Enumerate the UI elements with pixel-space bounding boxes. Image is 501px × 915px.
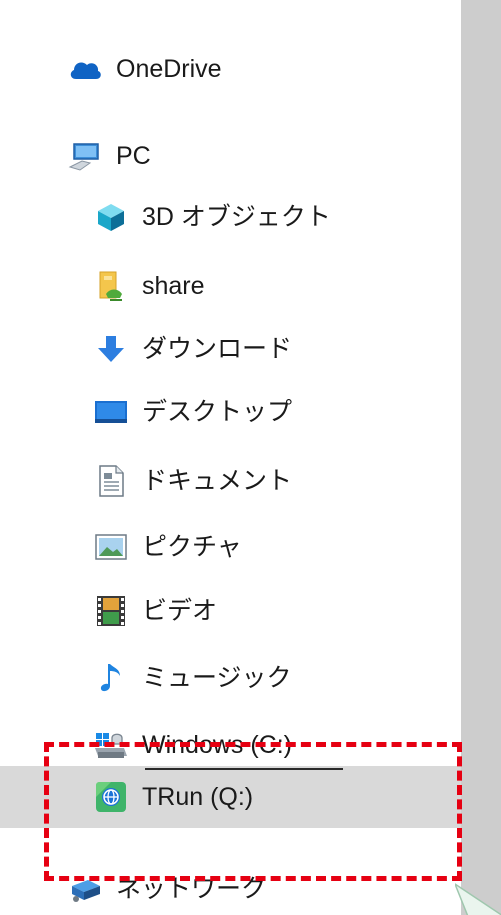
nav-item-label: ネットワーク (116, 874, 267, 903)
trun-drive-icon (94, 780, 128, 814)
nav-item-label: ダウンロード (142, 334, 293, 363)
nav-item-music[interactable]: ミュージック (0, 647, 461, 709)
nav-item-trun-drive[interactable]: TRun (Q:) (0, 766, 461, 828)
nav-item-pc[interactable]: PC (0, 125, 461, 187)
nav-item-label: ビデオ (142, 596, 218, 625)
nav-item-label: デスクトップ (142, 397, 293, 426)
file-explorer-navigation: OneDrive PC 3D オブジェクト share ダウンロード デスクトッ… (0, 0, 501, 915)
nav-item-label: Windows (C:) (142, 730, 293, 759)
nav-item-onedrive[interactable]: OneDrive (0, 38, 461, 100)
windows-drive-icon (94, 728, 128, 762)
navigation-pane: OneDrive PC 3D オブジェクト share ダウンロード デスクトッ… (0, 0, 461, 915)
nav-item-documents[interactable]: ドキュメント (0, 450, 461, 512)
nav-item-label: ドキュメント (142, 466, 293, 495)
desktop-icon (94, 395, 128, 429)
pc-icon (68, 139, 102, 173)
nav-item-label: share (142, 271, 205, 300)
nav-item-label: TRun (Q:) (142, 782, 254, 811)
videos-icon (94, 594, 128, 628)
nav-item-label: ミュージック (142, 663, 292, 692)
nav-item-label: OneDrive (116, 54, 222, 83)
nav-item-videos[interactable]: ビデオ (0, 580, 461, 642)
strikethrough-line (145, 768, 343, 770)
documents-icon (94, 464, 128, 498)
nav-item-label: PC (116, 141, 151, 170)
music-note-icon (94, 661, 128, 695)
onedrive-cloud-icon (68, 52, 102, 86)
nav-item-desktop[interactable]: デスクトップ (0, 381, 461, 443)
shared-folder-icon (94, 269, 128, 303)
nav-item-label: 3D オブジェクト (142, 202, 331, 231)
nav-item-share[interactable]: share (0, 255, 461, 317)
vertical-scrollbar[interactable] (461, 0, 501, 915)
3d-objects-icon (94, 200, 128, 234)
nav-item-label: ピクチャ (142, 532, 242, 561)
download-arrow-icon (94, 332, 128, 366)
callout-pointer-icon (455, 883, 501, 915)
nav-item-network[interactable]: ネットワーク (0, 858, 461, 915)
network-icon (68, 872, 102, 906)
nav-item-downloads[interactable]: ダウンロード (0, 318, 461, 380)
nav-item-3d-objects[interactable]: 3D オブジェクト (0, 186, 461, 248)
nav-item-pictures[interactable]: ピクチャ (0, 516, 461, 578)
pictures-icon (94, 530, 128, 564)
